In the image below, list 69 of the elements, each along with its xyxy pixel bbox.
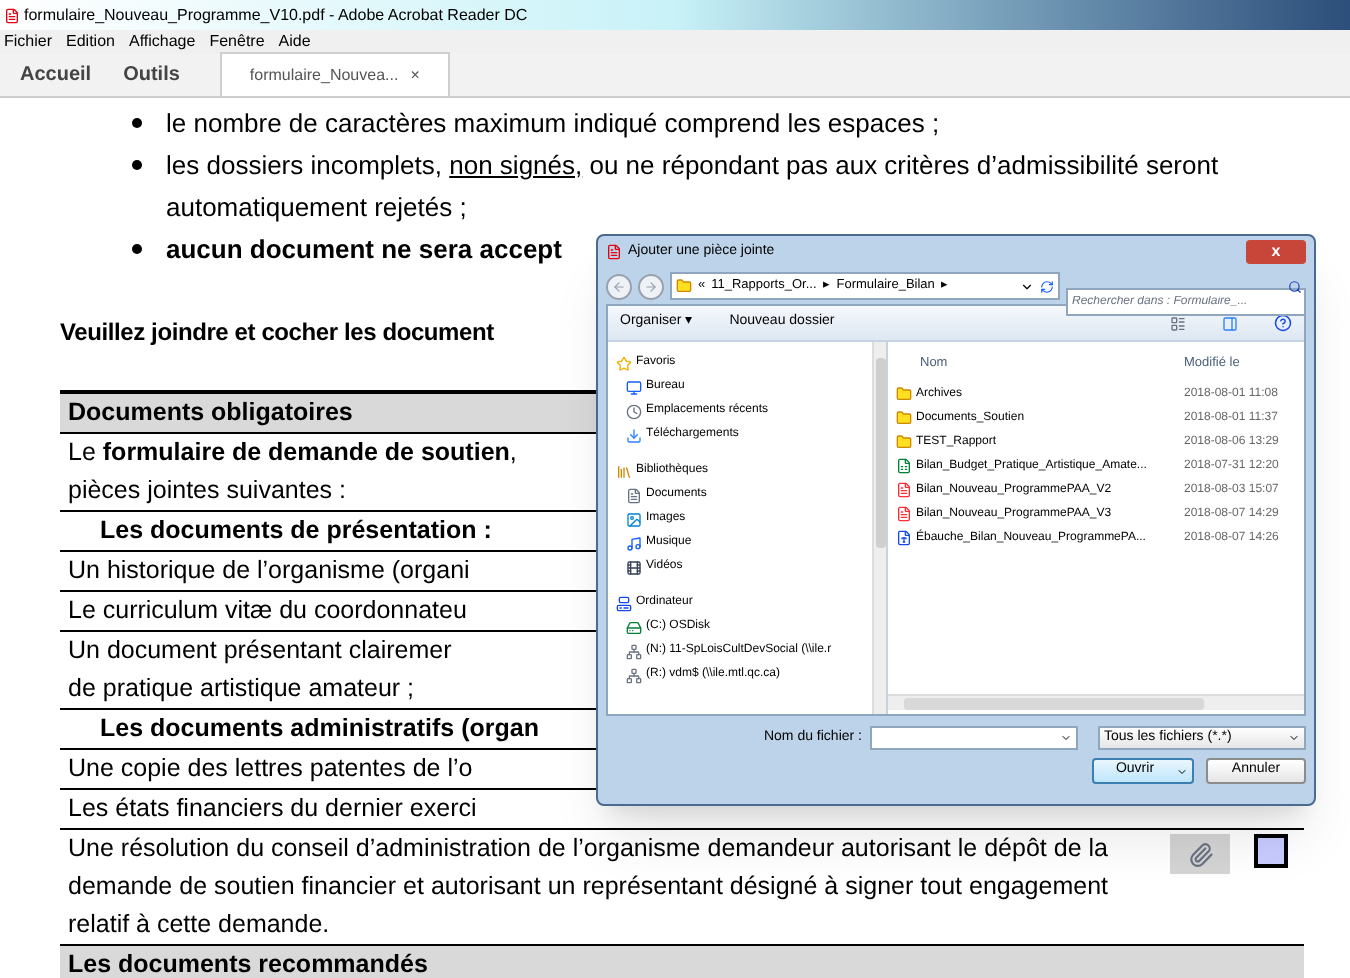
library-icon (616, 463, 632, 479)
back-arrow-icon (612, 279, 626, 293)
scrollbar[interactable] (888, 694, 1304, 710)
folder-icon (896, 434, 912, 451)
dropdown-icon (1176, 765, 1188, 777)
star-icon (616, 355, 632, 371)
section-heading: Les documents recommandés (68, 950, 428, 978)
view-options-icon[interactable] (1170, 315, 1186, 331)
folder-icon (896, 410, 912, 427)
back-button[interactable] (606, 273, 632, 299)
search-icon (1288, 279, 1302, 293)
desktop-icon (626, 379, 642, 395)
word-file-icon (896, 530, 912, 547)
menu-item[interactable]: Affichage (128, 30, 196, 54)
preview-pane-icon[interactable] (1222, 315, 1238, 331)
menu-item[interactable]: Edition (66, 30, 115, 54)
scrollbar[interactable] (872, 342, 886, 714)
pdf-file-icon (896, 506, 912, 523)
network-drive-icon (626, 643, 642, 659)
nav-tab[interactable]: Accueil (4, 52, 108, 96)
table-cell: Le curriculum vitæ du coordonnateu (68, 596, 467, 624)
filename-field[interactable] (870, 726, 1078, 750)
table-cell: Le formulaire de demande de soutien, pièces jointes suivantes : (68, 438, 517, 504)
dropdown-icon (1288, 732, 1300, 744)
bullet-icon (132, 118, 142, 128)
refresh-icon[interactable] (1040, 279, 1054, 293)
bullet-text: aucun document ne sera accept (166, 232, 562, 268)
bullet-text: le nombre de caractères maximum indiqué comprend les espaces ; (166, 106, 940, 142)
hard-drive-icon (626, 619, 642, 635)
pdf-file-icon (896, 482, 912, 499)
table-cell: Les états financiers du dernier exerci (68, 794, 477, 822)
folder-icon (896, 386, 912, 403)
folder-icon (676, 278, 692, 294)
menu-item[interactable]: Fenêtre (209, 30, 265, 54)
instruction-text: Veuillez joindre et cocher les document (60, 316, 494, 350)
music-note-icon (626, 535, 642, 551)
table-cell: Une copie des lettres patentes de l’o (68, 754, 473, 782)
menu-item[interactable]: Aide (278, 30, 311, 54)
section-heading: Les documents administratifs (organ (98, 714, 539, 742)
download-icon (626, 427, 642, 443)
dropdown-icon[interactable] (1020, 279, 1034, 293)
document-tab[interactable]: formulaire_Nouvea... × (219, 52, 450, 96)
table-cell: Un historique de l’organisme (organi (68, 556, 470, 584)
forward-button[interactable] (638, 273, 664, 299)
network-drive-icon (626, 667, 642, 683)
pdf-file-icon (4, 7, 20, 23)
image-icon (626, 511, 642, 527)
table-cell-text: Une résolution du conseil d’administration de l’organisme demandeur autorisant le dépôt de la demande de soutien financier et autorisant un représentant désigné à signer tout engagement relatif à cette demande. (68, 832, 1108, 942)
close-button[interactable]: x (1246, 240, 1306, 264)
forward-arrow-icon (644, 279, 658, 293)
section-heading: Les documents de présentation : (98, 516, 492, 544)
table-cell: Un document présentant clairemer de pratique artistique amateur ; (68, 636, 452, 702)
nav-tab[interactable]: Outils (107, 52, 196, 96)
pdf-file-icon (606, 244, 622, 260)
spreadsheet-icon (896, 458, 912, 475)
bullet-text: les dossiers incomplets, non signés, ou ne répondant pas aux critères d’admissibilité seront automatiquement rejetés ; (166, 148, 1221, 226)
dropdown-icon (1060, 732, 1072, 744)
bullet-icon (132, 160, 142, 170)
document-icon (626, 487, 642, 503)
window-title: formulaire_Nouveau_Programme_V10.pdf - Adobe Acrobat Reader DC (24, 3, 528, 27)
film-icon (626, 559, 642, 575)
attachment-button[interactable] (1170, 834, 1230, 874)
clock-icon (626, 403, 642, 419)
checkbox[interactable] (1254, 834, 1288, 868)
menu-item[interactable]: Fichier (4, 30, 53, 54)
bullet-icon (132, 244, 142, 254)
paperclip-icon (1187, 841, 1213, 867)
computer-icon (616, 595, 632, 611)
help-icon[interactable] (1274, 314, 1292, 332)
